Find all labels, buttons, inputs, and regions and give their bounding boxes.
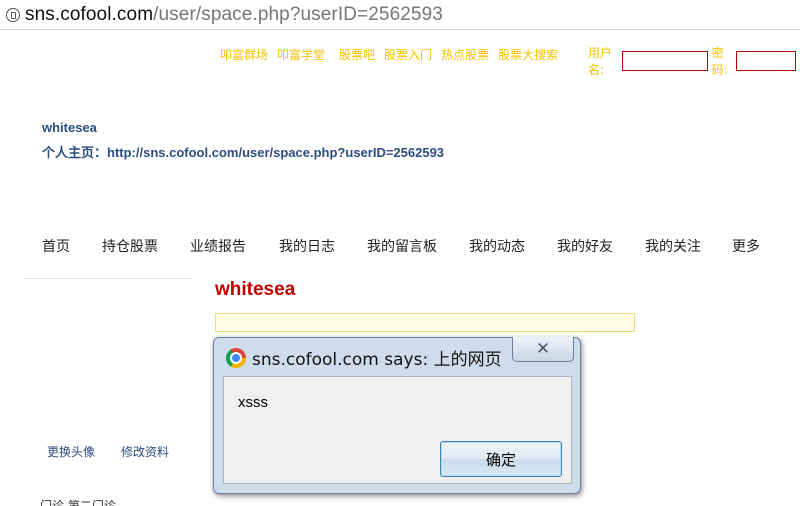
top-link-cofool-school[interactable]: 叩富学堂	[277, 46, 325, 63]
nav-item-friends[interactable]: 我的好友	[557, 236, 645, 256]
dialog-message: xsss	[238, 394, 268, 411]
top-link-cofool-square[interactable]: 叩富群场	[220, 46, 268, 63]
chrome-icon	[226, 347, 246, 368]
dialog-close-button[interactable]: ✕	[512, 337, 574, 362]
password-input[interactable]	[736, 51, 796, 71]
profile-homepage: 个人主页：http://sns.cofool.com/user/space.ph…	[42, 142, 444, 161]
nav-item-diary[interactable]: 我的日志	[279, 236, 367, 256]
dialog-title: sns.cofool.com says: 上的网页	[252, 350, 502, 370]
username-input[interactable]	[621, 51, 708, 71]
edit-profile-link[interactable]: 修改资料	[121, 443, 169, 460]
ok-button[interactable]: 确定	[440, 441, 562, 477]
profile-username: whitesea	[42, 120, 97, 135]
change-avatar-link[interactable]: 更换头像	[47, 443, 95, 460]
homepage-label: 个人主页：	[42, 146, 108, 161]
nav-item-guestbook[interactable]: 我的留言板	[367, 236, 469, 256]
password-label: 密码:	[711, 46, 728, 77]
address-bar[interactable]: sns.cofool.com/user/space.php?userID=256…	[0, 0, 800, 30]
nav-item-following[interactable]: 我的关注	[645, 236, 732, 256]
top-link-stock-intro[interactable]: 股票入门	[384, 46, 432, 63]
status-box	[215, 313, 635, 332]
dialog-body: xsss 确定	[223, 376, 572, 484]
nav-item-home[interactable]: 首页	[42, 236, 102, 256]
url-path: /user/space.php?userID=2562593	[153, 3, 443, 25]
sidebar-cutoff-text: 门诊 第二门诊	[40, 499, 116, 506]
top-link-stock-search[interactable]: 股票大搜索	[498, 46, 558, 63]
page-icon	[6, 7, 20, 22]
nav-item-holdings[interactable]: 持仓股票	[102, 236, 190, 256]
sidebar-links: 更换头像 修改资料	[47, 443, 195, 460]
url-text[interactable]: sns.cofool.com/user/space.php?userID=256…	[25, 4, 443, 26]
url-host: sns.cofool.com	[25, 3, 154, 25]
login-form: 用户名: 密码:	[588, 44, 800, 78]
top-link-stock-bar[interactable]: 股票吧	[339, 46, 375, 63]
alert-dialog: sns.cofool.com says: 上的网页 ✕ xsss 确定	[213, 337, 581, 494]
main-title: whitesea	[215, 279, 296, 300]
top-link-hot-stocks[interactable]: 热点股票	[441, 46, 489, 63]
username-label: 用户名:	[588, 46, 613, 77]
top-links: 叩富群场 叩富学堂 股票吧 股票入门 热点股票 股票大搜索	[220, 46, 567, 63]
main-nav: 首页 持仓股票 业绩报告 我的日志 我的留言板 我的动态 我的好友 我的关注 更…	[42, 236, 760, 256]
sidebar-divider	[24, 278, 192, 279]
homepage-link[interactable]: http://sns.cofool.com/user/space.php?use…	[107, 145, 444, 160]
nav-item-activity[interactable]: 我的动态	[469, 236, 557, 256]
dialog-title-bar: sns.cofool.com says: 上的网页	[226, 345, 502, 370]
nav-item-more[interactable]: 更多	[732, 236, 760, 256]
close-icon: ✕	[535, 338, 551, 359]
nav-item-performance[interactable]: 业绩报告	[190, 236, 279, 256]
